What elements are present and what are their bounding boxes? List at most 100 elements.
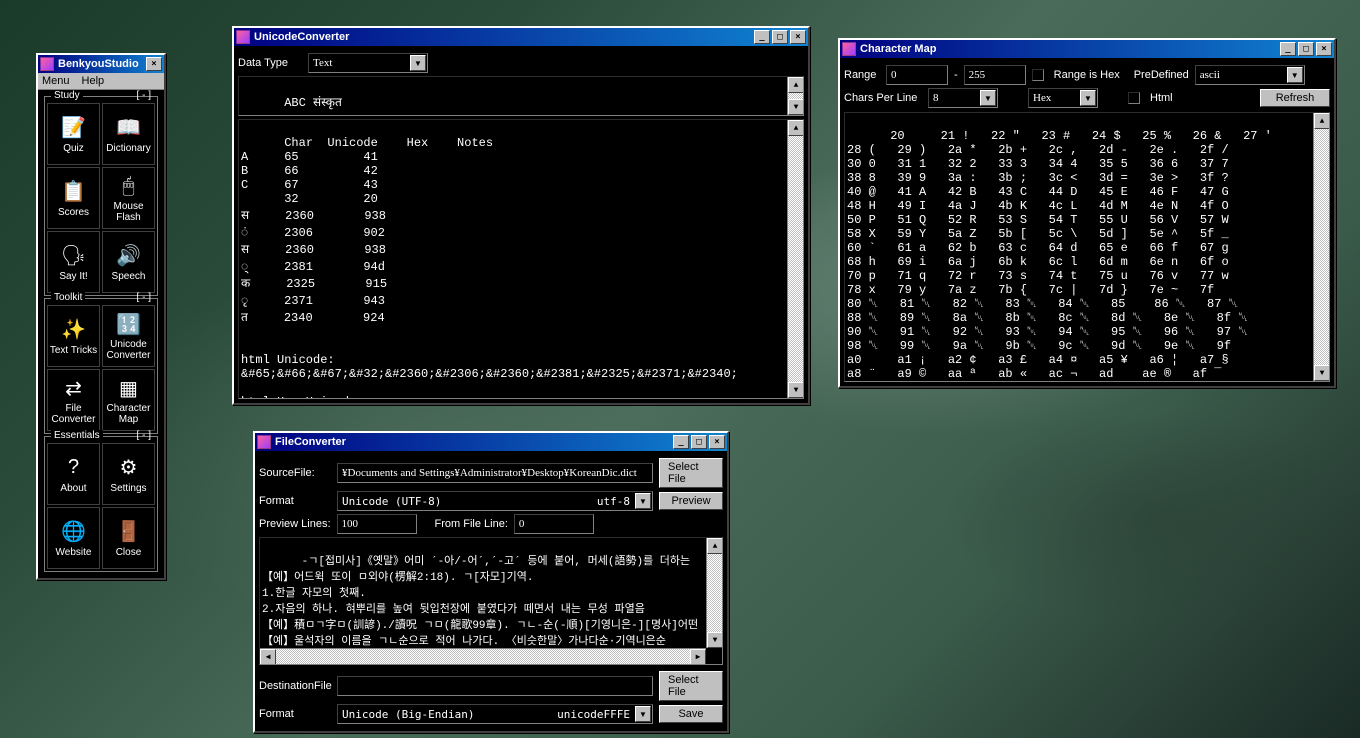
html-checkbox[interactable] — [1128, 92, 1140, 104]
tool-website[interactable]: 🌐 Website — [47, 507, 100, 569]
range-is-hex-checkbox[interactable] — [1032, 69, 1044, 81]
file-converter-icon: ⇄ — [61, 375, 87, 401]
scrollbar[interactable]: ▲▼ — [787, 120, 803, 398]
app-icon — [842, 42, 856, 56]
chars-per-line-select[interactable]: 8 ▼ — [928, 88, 998, 108]
tool-label: Speech — [112, 271, 146, 282]
charmap-grid[interactable]: 20 21 ! 22 " 23 # 24 $ 25 % 26 & 27 ' 28… — [844, 112, 1330, 382]
input-textarea[interactable]: ABC संस्कृत ▲▼ — [238, 76, 804, 116]
save-button[interactable]: Save — [659, 705, 723, 723]
data-type-select[interactable]: Text ▼ — [308, 53, 428, 73]
section-legend: Toolkit — [51, 292, 85, 303]
titlebar[interactable]: UnicodeConverter _ □ × — [234, 28, 808, 46]
window-title: UnicodeConverter — [254, 31, 349, 43]
tool-close[interactable]: 🚪 Close — [102, 507, 155, 569]
say-it--icon: 🗣 — [61, 243, 87, 269]
output-textarea[interactable]: Char Unicode Hex Notes A 65 41 B 66 42 C… — [238, 119, 804, 399]
tool-character-map[interactable]: ▦Character Map — [102, 369, 155, 431]
maximize-button[interactable]: □ — [772, 30, 788, 44]
collapse-toggle[interactable]: [ - ] — [137, 292, 151, 303]
from-file-line-label: From File Line: — [435, 518, 508, 530]
section-legend: Essentials — [51, 430, 103, 441]
titlebar[interactable]: Character Map _ □ × — [840, 40, 1334, 58]
range-label: Range — [844, 69, 880, 81]
tool-label: Character Map — [103, 403, 154, 425]
collapse-toggle[interactable]: [ - ] — [137, 90, 151, 101]
minimize-button[interactable]: _ — [1280, 42, 1296, 56]
preview-lines-input[interactable] — [337, 514, 417, 534]
predefined-label: PreDefined — [1134, 69, 1189, 81]
destination-file-label: DestinationFile — [259, 680, 331, 692]
menubar: Menu Help — [38, 73, 164, 90]
scrollbar-h[interactable]: ◀▶ — [260, 648, 706, 664]
close-icon: 🚪 — [116, 519, 142, 545]
speech-icon: 🔊 — [116, 243, 142, 269]
close-button[interactable]: × — [146, 57, 162, 71]
range-is-hex-label: Range is Hex — [1054, 69, 1120, 81]
character-map-icon: ▦ — [116, 375, 142, 401]
tool-label: Settings — [110, 483, 146, 494]
display-mode-select[interactable]: Hex ▼ — [1028, 88, 1098, 108]
destination-file-input[interactable] — [337, 676, 653, 696]
tool-label: Close — [116, 547, 142, 558]
menu-item-menu[interactable]: Menu — [42, 75, 70, 87]
about-icon: ? — [61, 455, 87, 481]
tool-scores[interactable]: 📋 Scores — [47, 167, 100, 229]
collapse-toggle[interactable]: [ - ] — [137, 430, 151, 441]
close-button[interactable]: × — [1316, 42, 1332, 56]
tool-speech[interactable]: 🔊 Speech — [102, 231, 155, 293]
source-file-input[interactable] — [337, 463, 653, 483]
refresh-button[interactable]: Refresh — [1260, 89, 1330, 107]
preview-button[interactable]: Preview — [659, 492, 723, 510]
settings-icon: ⚙ — [116, 455, 142, 481]
tool-label: Text Tricks — [50, 345, 97, 356]
scores-icon: 📋 — [61, 179, 87, 205]
range-to-input[interactable] — [964, 65, 1026, 85]
data-type-label: Data Type — [238, 57, 302, 69]
format-out-select[interactable]: Unicode (Big-Endian) unicodeFFFE ▼ — [337, 704, 653, 724]
predefined-select[interactable]: ascii ▼ — [1195, 65, 1305, 85]
preview-textarea[interactable]: -ㄱ[접미사]《옛말》어미 ´-아/-어´,´-고´ 등에 붙어, 머세(語勢)… — [259, 537, 723, 665]
tool-file-converter[interactable]: ⇄File Converter — [47, 369, 100, 431]
format-in-select[interactable]: Unicode (UTF-8) utf-8 ▼ — [337, 491, 653, 511]
titlebar[interactable]: FileConverter _ □ × — [255, 433, 727, 451]
tool-label: Unicode Converter — [103, 339, 154, 361]
from-file-line-input[interactable] — [514, 514, 594, 534]
select-source-file-button[interactable]: Select File — [659, 458, 723, 488]
tool-mouse-flash[interactable]: 🖱Mouse Flash — [102, 167, 155, 229]
chevron-down-icon: ▼ — [980, 90, 996, 106]
scrollbar[interactable]: ▲▼ — [1313, 113, 1329, 381]
scrollbar-v[interactable]: ▲▼ — [706, 538, 722, 648]
tool-label: Scores — [58, 207, 89, 218]
window-title: BenkyouStudio — [58, 58, 139, 70]
quiz-icon: 📝 — [61, 115, 87, 141]
close-button[interactable]: × — [790, 30, 806, 44]
titlebar[interactable]: BenkyouStudio × — [38, 55, 164, 73]
tool-dictionary[interactable]: 📖 Dictionary — [102, 103, 155, 165]
text-tricks-icon: ✨ — [61, 317, 87, 343]
tool-text-tricks[interactable]: ✨ Text Tricks — [47, 305, 100, 367]
minimize-button[interactable]: _ — [754, 30, 770, 44]
tool-label: Website — [56, 547, 92, 558]
chevron-down-icon: ▼ — [635, 706, 651, 722]
tool-say-it-[interactable]: 🗣Say It! — [47, 231, 100, 293]
scrollbar[interactable]: ▲▼ — [787, 77, 803, 115]
tool-quiz[interactable]: 📝 Quiz — [47, 103, 100, 165]
tool-settings[interactable]: ⚙ Settings — [102, 443, 155, 505]
minimize-button[interactable]: _ — [673, 435, 689, 449]
maximize-button[interactable]: □ — [1298, 42, 1314, 56]
chevron-down-icon: ▼ — [635, 493, 651, 509]
tool-label: Quiz — [63, 143, 84, 154]
dictionary-icon: 📖 — [116, 115, 142, 141]
window-title: Character Map — [860, 43, 936, 55]
tool-unicode-converter[interactable]: 🔢Unicode Converter — [102, 305, 155, 367]
tool-about[interactable]: ?About — [47, 443, 100, 505]
chevron-down-icon: ▼ — [410, 55, 426, 71]
tool-label: Dictionary — [106, 143, 150, 154]
close-button[interactable]: × — [709, 435, 725, 449]
maximize-button[interactable]: □ — [691, 435, 707, 449]
menu-item-help[interactable]: Help — [82, 75, 105, 87]
website-icon: 🌐 — [61, 519, 87, 545]
select-destination-file-button[interactable]: Select File — [659, 671, 723, 701]
range-from-input[interactable] — [886, 65, 948, 85]
